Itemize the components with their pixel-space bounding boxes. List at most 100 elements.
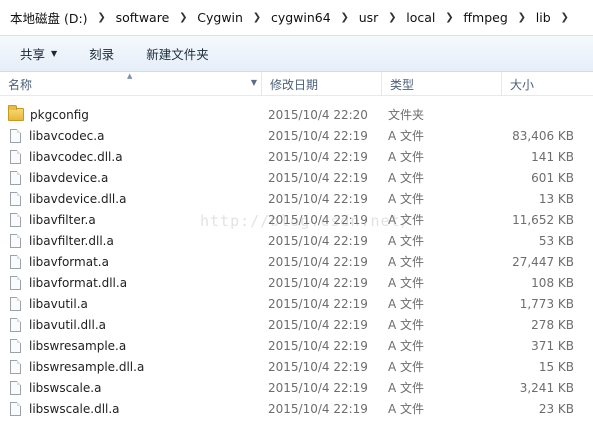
- chevron-right-icon[interactable]: ❯: [384, 12, 400, 23]
- file-type: 文件夹: [388, 108, 425, 122]
- column-header-name[interactable]: 名称 ▲ ▼: [0, 72, 262, 96]
- file-name: libavutil.a: [29, 296, 88, 311]
- breadcrumb-item-local[interactable]: local ❯: [400, 7, 457, 29]
- chevron-down-icon[interactable]: ▼: [251, 78, 257, 87]
- file-name: libavformat.a: [29, 254, 109, 269]
- chevron-right-icon[interactable]: ❯: [337, 12, 353, 23]
- file-date: 2015/10/4 22:19: [268, 296, 368, 311]
- breadcrumb-label[interactable]: local: [400, 10, 441, 25]
- column-headers: 名称 ▲ ▼ 修改日期 类型 大小: [0, 72, 593, 96]
- column-header-label: 大小: [510, 77, 535, 92]
- file-type: A 文件: [388, 129, 425, 143]
- file-name: libswscale.dll.a: [29, 401, 120, 416]
- file-date: 2015/10/4 22:19: [268, 191, 368, 206]
- breadcrumb-label[interactable]: 本地磁盘 (D:): [4, 8, 94, 27]
- file-size: 3,241 KB: [519, 380, 574, 395]
- file-date: 2015/10/4 22:19: [268, 317, 368, 332]
- file-date: 2015/10/4 22:19: [268, 338, 368, 353]
- file-row[interactable]: libswscale.dll.a 2015/10/4 22:19 A 文件 23 KB: [0, 398, 593, 419]
- file-name: libswresample.dll.a: [29, 359, 145, 374]
- file-row[interactable]: libavfilter.a 2015/10/4 22:19 A 文件 11,652 K…: [0, 209, 593, 230]
- file-type: A 文件: [388, 234, 425, 248]
- chevron-right-icon[interactable]: ❯: [557, 12, 573, 23]
- file-row[interactable]: libavdevice.dll.a 2015/10/4 22:19 A 文件 13 K…: [0, 188, 593, 209]
- file-name: libavcodec.a: [29, 128, 105, 143]
- breadcrumb-item-ffmpeg[interactable]: ffmpeg ❯: [457, 7, 529, 29]
- file-name: pkgconfig: [30, 107, 89, 122]
- file-icon: [10, 359, 21, 374]
- file-size: 1,773 KB: [519, 296, 574, 311]
- breadcrumb-label[interactable]: cygwin64: [265, 10, 337, 25]
- file-size: 601 KB: [531, 170, 574, 185]
- breadcrumb-item-software[interactable]: software ❯: [110, 7, 192, 29]
- file-type: A 文件: [388, 297, 425, 311]
- file-row[interactable]: libavdevice.a 2015/10/4 22:19 A 文件 601 KB: [0, 167, 593, 188]
- share-button[interactable]: 共享 ▼: [10, 42, 67, 66]
- file-size: 11,652 KB: [512, 212, 574, 227]
- file-date: 2015/10/4 22:19: [268, 401, 368, 416]
- file-name: libswresample.a: [29, 338, 127, 353]
- file-row[interactable]: libswresample.a 2015/10/4 22:19 A 文件 371 KB: [0, 335, 593, 356]
- file-date: 2015/10/4 22:19: [268, 233, 368, 248]
- chevron-right-icon[interactable]: ❯: [94, 12, 110, 23]
- file-type: A 文件: [388, 255, 425, 269]
- breadcrumb-item-drive[interactable]: 本地磁盘 (D:) ❯: [4, 7, 110, 29]
- chevron-right-icon[interactable]: ❯: [175, 12, 191, 23]
- breadcrumb-label[interactable]: usr: [353, 10, 385, 25]
- breadcrumb-item-cygwin[interactable]: Cygwin ❯: [191, 7, 265, 29]
- file-date: 2015/10/4 22:19: [268, 380, 368, 395]
- file-icon: [10, 401, 21, 416]
- file-icon: [10, 380, 21, 395]
- breadcrumb-item-lib[interactable]: lib ❯: [530, 7, 573, 29]
- breadcrumb-item-usr[interactable]: usr ❯: [353, 7, 401, 29]
- file-type: A 文件: [388, 318, 425, 332]
- breadcrumb-label[interactable]: ffmpeg: [457, 10, 513, 25]
- breadcrumb-label[interactable]: lib: [530, 10, 557, 25]
- chevron-right-icon[interactable]: ❯: [249, 12, 265, 23]
- file-icon: [10, 254, 21, 269]
- file-icon: [10, 233, 21, 248]
- command-bar: 共享 ▼ 刻录 新建文件夹: [0, 36, 593, 72]
- file-row[interactable]: pkgconfig 2015/10/4 22:20 文件夹: [0, 104, 593, 125]
- sort-ascending-icon: ▲: [127, 72, 133, 80]
- file-row[interactable]: libavutil.a 2015/10/4 22:19 A 文件 1,773 KB: [0, 293, 593, 314]
- file-row[interactable]: libavformat.dll.a 2015/10/4 22:19 A 文件 108 …: [0, 272, 593, 293]
- file-icon: [10, 317, 21, 332]
- column-header-label: 修改日期: [270, 77, 319, 92]
- file-row[interactable]: libswscale.a 2015/10/4 22:19 A 文件 3,241 KB: [0, 377, 593, 398]
- file-row[interactable]: libavutil.dll.a 2015/10/4 22:19 A 文件 278 KB: [0, 314, 593, 335]
- file-type: A 文件: [388, 339, 425, 353]
- file-size: 15 KB: [538, 359, 574, 374]
- file-size: 13 KB: [538, 191, 574, 206]
- file-date: 2015/10/4 22:19: [268, 212, 368, 227]
- file-size: 108 KB: [531, 275, 574, 290]
- file-icon: [10, 275, 21, 290]
- file-size: 23 KB: [538, 401, 574, 416]
- file-type: A 文件: [388, 192, 425, 206]
- column-header-label: 类型: [390, 77, 415, 92]
- file-type: A 文件: [388, 213, 425, 227]
- new-folder-button[interactable]: 新建文件夹: [136, 42, 219, 66]
- column-header-type[interactable]: 类型: [382, 72, 502, 96]
- file-date: 2015/10/4 22:19: [268, 170, 368, 185]
- file-icon: [10, 338, 21, 353]
- chevron-right-icon[interactable]: ❯: [441, 12, 457, 23]
- share-label: 共享: [20, 47, 46, 62]
- breadcrumb-label[interactable]: Cygwin: [191, 10, 249, 25]
- breadcrumb-item-cygwin64[interactable]: cygwin64 ❯: [265, 7, 353, 29]
- file-row[interactable]: libswresample.dll.a 2015/10/4 22:19 A 文件 15…: [0, 356, 593, 377]
- breadcrumb: 本地磁盘 (D:) ❯ software ❯ Cygwin ❯ cygwin64 ❯ u…: [0, 0, 593, 36]
- file-size: 83,406 KB: [512, 128, 574, 143]
- new-folder-label: 新建文件夹: [146, 47, 209, 62]
- file-name: libswscale.a: [29, 380, 102, 395]
- file-row[interactable]: libavformat.a 2015/10/4 22:19 A 文件 27,447 K…: [0, 251, 593, 272]
- chevron-right-icon[interactable]: ❯: [514, 12, 530, 23]
- file-row[interactable]: libavcodec.dll.a 2015/10/4 22:19 A 文件 141 K…: [0, 146, 593, 167]
- file-row[interactable]: libavfilter.dll.a 2015/10/4 22:19 A 文件 53 K…: [0, 230, 593, 251]
- dropdown-arrow-icon: ▼: [51, 49, 58, 58]
- column-header-date[interactable]: 修改日期: [262, 72, 382, 96]
- breadcrumb-label[interactable]: software: [110, 10, 176, 25]
- column-header-size[interactable]: 大小: [502, 72, 593, 96]
- burn-button[interactable]: 刻录: [79, 42, 124, 66]
- file-row[interactable]: libavcodec.a 2015/10/4 22:19 A 文件 83,406 KB: [0, 125, 593, 146]
